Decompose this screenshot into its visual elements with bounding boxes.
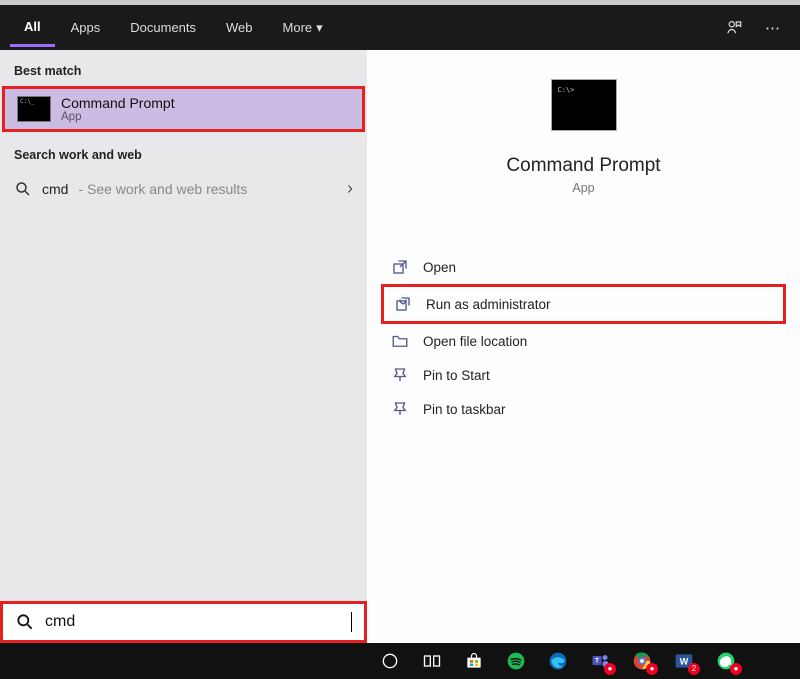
- edge-icon[interactable]: [538, 643, 578, 679]
- pin-icon: [391, 366, 409, 384]
- web-hint-text: - See work and web results: [78, 181, 247, 197]
- taskbar: T ● ● W 2 ●: [0, 643, 800, 679]
- action-pin-to-start[interactable]: Pin to Start: [381, 358, 786, 392]
- preview-subtype: App: [572, 181, 594, 195]
- tab-all[interactable]: All: [10, 9, 55, 47]
- task-view-icon[interactable]: [412, 643, 452, 679]
- svg-text:T: T: [595, 658, 599, 665]
- command-prompt-large-icon: [552, 80, 616, 130]
- chevron-right-icon: ›: [347, 178, 353, 199]
- chevron-down-icon: ▾: [316, 20, 323, 36]
- more-options-icon[interactable]: ⋯: [755, 9, 790, 47]
- notification-badge: ●: [730, 663, 742, 675]
- search-icon: [15, 612, 35, 632]
- result-title: Command Prompt: [61, 95, 175, 111]
- command-prompt-icon: [17, 96, 51, 122]
- notification-badge: ●: [646, 663, 658, 675]
- tab-more[interactable]: More ▾: [269, 10, 337, 46]
- microsoft-store-icon[interactable]: [454, 643, 494, 679]
- web-search-row[interactable]: cmd - See work and web results ›: [0, 170, 367, 207]
- teams-icon[interactable]: T ●: [580, 643, 620, 679]
- tab-apps[interactable]: Apps: [57, 10, 115, 45]
- action-openloc-label: Open file location: [423, 334, 527, 349]
- feedback-icon[interactable]: [715, 9, 753, 47]
- whatsapp-icon[interactable]: ●: [706, 643, 746, 679]
- notification-badge: 2: [688, 663, 700, 675]
- tab-documents[interactable]: Documents: [116, 10, 210, 45]
- word-icon[interactable]: W 2: [664, 643, 704, 679]
- search-filter-tabs: All Apps Documents Web More ▾ ⋯: [0, 5, 800, 50]
- tab-more-label: More: [283, 20, 313, 35]
- open-icon: [391, 258, 409, 276]
- result-command-prompt[interactable]: Command Prompt App: [2, 86, 365, 132]
- cortana-icon[interactable]: [370, 643, 410, 679]
- preview-title: Command Prompt: [506, 155, 660, 177]
- spotify-icon[interactable]: [496, 643, 536, 679]
- result-subtype: App: [61, 111, 175, 123]
- chrome-icon[interactable]: ●: [622, 643, 662, 679]
- svg-text:W: W: [680, 656, 689, 666]
- notification-badge: ●: [604, 663, 616, 675]
- action-open-label: Open: [423, 260, 456, 275]
- action-pin-to-taskbar[interactable]: Pin to taskbar: [381, 392, 786, 426]
- results-column: Best match Command Prompt App Search wor…: [0, 50, 367, 643]
- tab-web[interactable]: Web: [212, 10, 267, 45]
- preview-column: Command Prompt App Open Run as administr…: [367, 50, 800, 643]
- action-pinstart-label: Pin to Start: [423, 368, 490, 383]
- shield-icon: [394, 295, 412, 313]
- search-icon: [14, 180, 32, 198]
- search-box-container[interactable]: [0, 601, 367, 643]
- search-web-label: Search work and web: [0, 134, 367, 170]
- pin-icon: [391, 400, 409, 418]
- action-runadmin-label: Run as administrator: [426, 297, 551, 312]
- search-input[interactable]: [45, 613, 341, 631]
- web-query-text: cmd: [42, 181, 68, 197]
- action-open-file-location[interactable]: Open file location: [381, 324, 786, 358]
- best-match-label: Best match: [0, 50, 367, 86]
- text-cursor: [351, 612, 352, 632]
- action-run-as-administrator[interactable]: Run as administrator: [381, 284, 786, 324]
- folder-icon: [391, 332, 409, 350]
- action-pintaskbar-label: Pin to taskbar: [423, 402, 506, 417]
- action-open[interactable]: Open: [381, 250, 786, 284]
